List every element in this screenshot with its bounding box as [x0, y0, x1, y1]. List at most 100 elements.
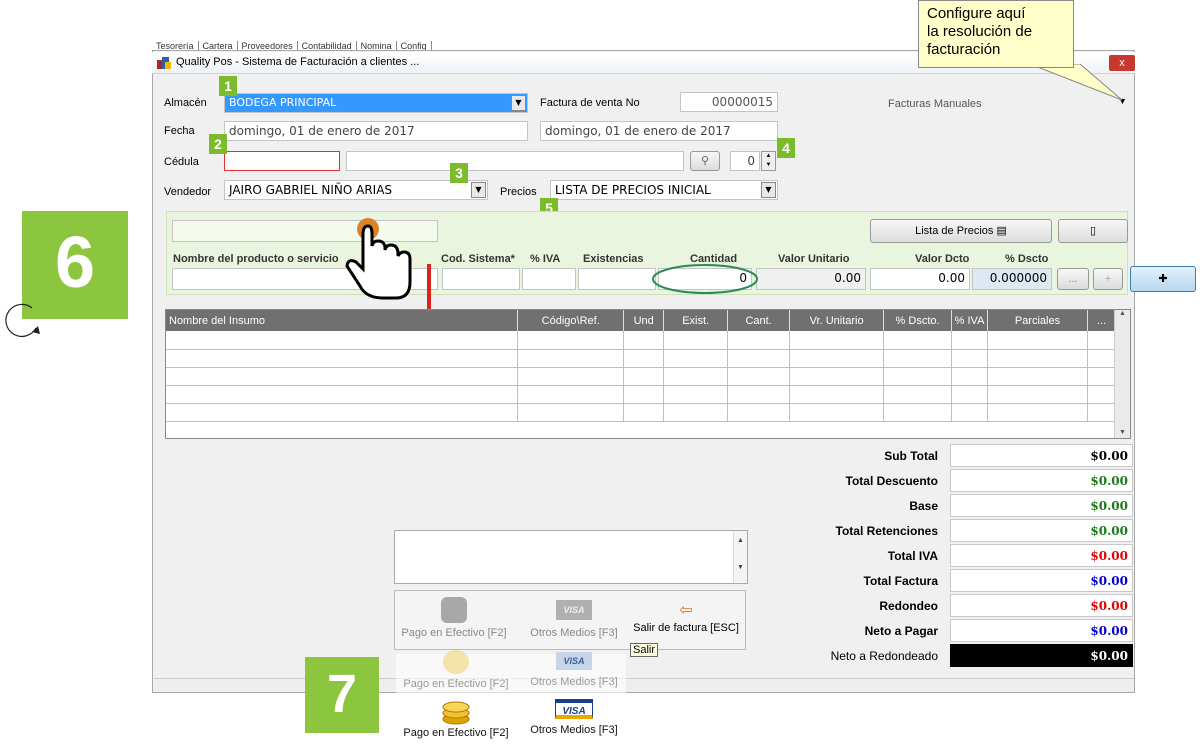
valor-dcto-field[interactable]: 0.00 — [870, 268, 970, 290]
cliente-nombre-field — [346, 151, 684, 171]
base-label: Base — [909, 499, 938, 513]
grid-col-codigo[interactable]: Código\Ref. — [517, 310, 625, 331]
tooltip-line-3: facturación — [927, 41, 1001, 58]
grid-col-more[interactable]: ... — [1087, 310, 1117, 331]
salir-tooltip: Salir — [630, 643, 659, 657]
grid-col-und[interactable]: Und — [623, 310, 665, 331]
facturas-manuales-label: Facturas Manuales — [888, 98, 982, 110]
existencias-field — [578, 268, 656, 290]
tooltip-pointer — [1029, 64, 1123, 101]
redondeo-label: Redondeo — [879, 599, 938, 613]
more-button[interactable]: ... — [1057, 268, 1089, 290]
spin-value-field[interactable]: 0 — [730, 151, 760, 171]
otros-medios-label: Otros Medios [F3] — [530, 627, 618, 639]
pago-efectivo-button-2[interactable]: Pago en Efectivo [F2] — [398, 697, 514, 739]
cod-sistema-field[interactable] — [442, 268, 520, 290]
resolution-tooltip: Configure aquí la resolución de facturac… — [918, 0, 1074, 68]
iva-field[interactable] — [522, 268, 576, 290]
binoculars-icon[interactable]: ⚲ — [690, 151, 720, 171]
visa-card-icon: VISA — [555, 699, 593, 719]
chevron-down-icon[interactable]: ▼ — [761, 182, 776, 198]
total-descuento-value: $0.00 — [950, 469, 1133, 492]
grid-col-parciales[interactable]: Parciales — [987, 310, 1088, 331]
col-nombre-label: Nombre del producto o servicio — [173, 253, 339, 265]
window-title: Quality Pos - Sistema de Facturación a c… — [176, 56, 420, 68]
chevron-down-icon[interactable]: ▼ — [511, 95, 526, 111]
step-badge-3: 3 — [450, 163, 468, 183]
fecha-field[interactable]: domingo, 01 de enero de 2017 — [224, 121, 528, 141]
refresh-icon — [5, 303, 40, 337]
neto-pagar-value: $0.00 — [950, 619, 1133, 642]
otros-medios-button[interactable]: VISA Otros Medios [F3] — [516, 597, 632, 639]
base-value: $0.00 — [950, 494, 1133, 517]
precios-value: LISTA DE PRECIOS INICIAL — [555, 183, 711, 197]
cedula-input[interactable] — [224, 151, 340, 171]
vendedor-label: Vendedor — [164, 186, 212, 198]
scroll-up-icon[interactable]: ▲ — [1115, 310, 1130, 317]
col-cod-label: Cod. Sistema* — [441, 253, 515, 265]
tooltip-line-2: la resolución de — [927, 23, 1033, 40]
notes-textarea[interactable]: ▲ ▼ — [394, 530, 748, 584]
col-exist-label: Existencias — [583, 253, 644, 265]
grid-col-exist[interactable]: Exist. — [663, 310, 729, 331]
grid-scrollbar[interactable]: ▲ ▼ — [1114, 310, 1130, 438]
coins-icon — [442, 701, 470, 725]
notes-scrollbar[interactable]: ▲ ▼ — [733, 531, 747, 583]
almacen-select[interactable]: BODEGA PRINCIPAL ▼ — [224, 93, 528, 113]
total-iva-value: $0.00 — [950, 544, 1133, 567]
items-grid[interactable]: Nombre del Insumo Código\Ref. Und Exist.… — [165, 309, 1131, 439]
table-row[interactable] — [166, 385, 1117, 404]
factura-label: Factura de venta No — [540, 97, 640, 109]
grid-col-vr-unitario[interactable]: Vr. Unitario — [789, 310, 885, 331]
status-bar — [154, 678, 1134, 692]
lista-precios-button[interactable]: Lista de Precios ▤ — [870, 219, 1052, 243]
cantidad-highlight — [652, 264, 758, 294]
document-icon: ▯ — [1089, 225, 1097, 237]
precios-label: Precios — [500, 186, 537, 198]
visa-card-icon: VISA — [556, 652, 592, 670]
grid-col-cant[interactable]: Cant. — [727, 310, 791, 331]
hand-pointer-icon — [345, 218, 412, 300]
total-factura-value: $0.00 — [950, 569, 1133, 592]
spin-arrows-icon[interactable]: ▲ ▼ — [761, 151, 776, 171]
grid-col-dscto[interactable]: % Dscto. — [883, 310, 953, 331]
salir-factura-label: Salir de factura [ESC] — [633, 622, 739, 634]
add-row-button[interactable]: ✚ — [1130, 266, 1196, 292]
col-dcto-label: Valor Dcto — [915, 253, 970, 265]
redondeo-value: $0.00 — [950, 594, 1133, 617]
col-valor-label: Valor Unitario — [778, 253, 850, 265]
porc-dcto-field[interactable]: 0.000000 — [972, 268, 1052, 290]
faded-pago-efectivo: Pago en Efectivo [F2] — [398, 650, 514, 690]
cedula-label: Cédula — [164, 156, 199, 168]
valor-unitario-field[interactable]: 0.00 — [756, 268, 866, 290]
faded-otros-label: Otros Medios [F3] — [530, 676, 618, 688]
add-item-button[interactable]: + — [1093, 268, 1123, 290]
step-badge-7: 7 — [305, 657, 379, 733]
scroll-down-icon[interactable]: ▼ — [734, 544, 747, 571]
salir-factura-button[interactable]: ⇦ Salir de factura [ESC] — [628, 600, 744, 634]
edit-list-icon: ▤ — [996, 225, 1007, 237]
subtotal-value: $0.00 — [950, 444, 1133, 467]
col-iva-label: % IVA — [530, 253, 561, 265]
almacen-value: BODEGA PRINCIPAL — [229, 96, 337, 109]
otros-medios-button-2[interactable]: VISA Otros Medios [F3] — [516, 699, 632, 736]
coins-icon — [443, 650, 469, 674]
pago-efectivo-button[interactable]: Pago en Efectivo [F2] — [396, 597, 512, 639]
almacen-label: Almacén — [164, 97, 207, 109]
scroll-up-icon[interactable]: ▲ — [734, 531, 747, 544]
table-row[interactable] — [166, 349, 1117, 368]
grid-col-iva[interactable]: % IVA — [951, 310, 989, 331]
factura-number-field[interactable]: 00000015 — [680, 92, 778, 112]
table-row[interactable] — [166, 367, 1117, 386]
grid-col-nombre[interactable]: Nombre del Insumo — [166, 310, 519, 331]
col-pdcto-label: % Dscto — [1005, 253, 1049, 265]
table-row[interactable] — [166, 403, 1117, 422]
fecha-field-2[interactable]: domingo, 01 de enero de 2017 — [540, 121, 778, 141]
scroll-down-icon[interactable]: ▼ — [1115, 429, 1130, 436]
table-row[interactable] — [166, 331, 1117, 350]
refresh-doc-button[interactable]: ▯ — [1058, 219, 1128, 243]
vendedor-select[interactable]: JAIRO GABRIEL NIÑO ARIAS ▼ — [224, 180, 488, 200]
precios-select[interactable]: LISTA DE PRECIOS INICIAL ▼ — [550, 180, 778, 200]
exit-icon: ⇦ — [679, 602, 693, 619]
chevron-down-icon[interactable]: ▼ — [471, 182, 486, 198]
